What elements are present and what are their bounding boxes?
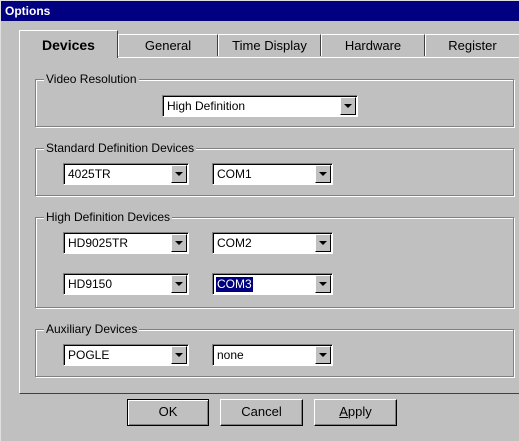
devices-tab-panel: Video Resolution High Definition Standar… <box>19 57 519 394</box>
aux-port-select[interactable]: none <box>212 344 333 366</box>
ok-button-label: OK <box>158 404 178 419</box>
video-resolution-select[interactable]: High Definition <box>162 95 358 117</box>
sd-device-select[interactable]: 4025TR <box>63 163 189 185</box>
dialog-title-bar: Options <box>1 1 519 21</box>
hd-device-select-2[interactable]: HD9150 <box>63 273 189 295</box>
tab-general[interactable]: General <box>118 34 218 56</box>
chevron-down-icon[interactable] <box>315 346 331 364</box>
aux-device-value: POGLE <box>68 348 110 362</box>
tab-register-label: Register <box>448 38 497 53</box>
hd-device-select-1[interactable]: HD9025TR <box>63 232 189 254</box>
high-definition-group: High Definition Devices HD9025TR COM2 HD… <box>35 210 514 308</box>
chevron-down-icon[interactable] <box>340 97 356 115</box>
tab-time-display-label: Time Display <box>232 38 307 53</box>
aux-device-select[interactable]: POGLE <box>63 344 189 366</box>
auxiliary-group: Auxiliary Devices POGLE none <box>35 322 514 377</box>
ok-button[interactable]: OK <box>127 399 209 426</box>
tab-general-label: General <box>144 38 192 53</box>
tab-hardware[interactable]: Hardware <box>321 34 425 56</box>
video-resolution-value: High Definition <box>167 99 246 113</box>
chevron-down-icon[interactable] <box>171 275 187 293</box>
cancel-button-label: Cancel <box>241 404 282 419</box>
sd-device-value: 4025TR <box>68 167 111 181</box>
auxiliary-label: Auxiliary Devices <box>44 322 140 336</box>
hd-port-value-1: COM2 <box>217 236 252 250</box>
video-resolution-label: Video Resolution <box>44 72 139 86</box>
tab-devices-label: Devices <box>42 37 95 53</box>
tab-hardware-label: Hardware <box>344 38 402 53</box>
video-resolution-group: Video Resolution High Definition <box>35 72 514 127</box>
hd-device-value-2: HD9150 <box>68 277 113 291</box>
standard-definition-group: Standard Definition Devices 4025TR COM1 <box>35 141 514 196</box>
tab-register[interactable]: Register <box>425 34 519 56</box>
standard-definition-label: Standard Definition Devices <box>44 141 197 155</box>
hd-port-select-1[interactable]: COM2 <box>212 232 333 254</box>
chevron-down-icon[interactable] <box>171 346 187 364</box>
chevron-down-icon[interactable] <box>171 234 187 252</box>
hd-port-value-2: COM3 <box>216 277 253 292</box>
hd-device-value-1: HD9025TR <box>68 236 129 250</box>
cancel-button[interactable]: Cancel <box>220 399 303 426</box>
apply-button-label: Apply <box>339 404 372 419</box>
chevron-down-icon[interactable] <box>315 165 331 183</box>
options-dialog: Options Devices General Time Display Har… <box>0 0 519 441</box>
tab-time-display[interactable]: Time Display <box>218 34 321 56</box>
hd-port-select-2[interactable]: COM3 <box>212 273 333 295</box>
sd-port-select[interactable]: COM1 <box>212 163 333 185</box>
apply-button[interactable]: Apply <box>314 399 397 426</box>
chevron-down-icon[interactable] <box>315 234 331 252</box>
dialog-title: Options <box>5 4 51 18</box>
high-definition-label: High Definition Devices <box>44 210 173 224</box>
tab-devices[interactable]: Devices <box>19 30 118 58</box>
chevron-down-icon[interactable] <box>315 275 331 293</box>
aux-port-value: none <box>217 348 244 362</box>
chevron-down-icon[interactable] <box>171 165 187 183</box>
sd-port-value: COM1 <box>217 167 252 181</box>
